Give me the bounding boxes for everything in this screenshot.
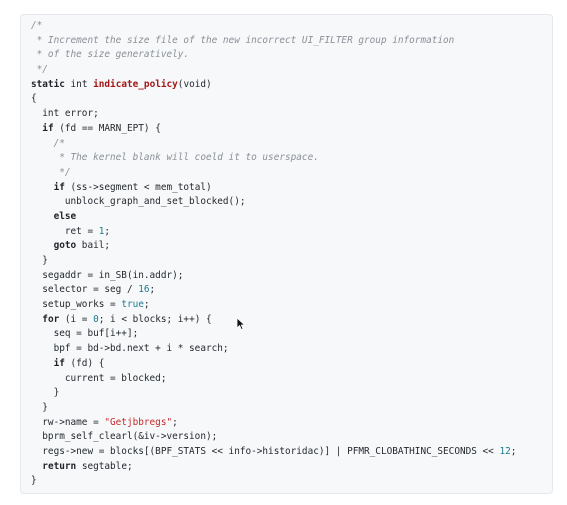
code-token-plain: ; [510, 445, 517, 457]
code-token-kw: if [42, 122, 54, 134]
code-token-plain: seq = buf[i++]; [31, 328, 139, 340]
code-token-plain: ; [143, 299, 150, 311]
code-block: /* * Increment the size file of the new … [20, 14, 553, 494]
code-line: segaddr = in_SB(in.addr); [31, 269, 516, 284]
code-token-kw: for [42, 313, 60, 325]
code-line: else [31, 210, 516, 225]
code-token-plain: (fd) { [64, 357, 105, 369]
code-token-plain: bprm_self_clearl(&iv->version); [31, 431, 218, 443]
code-token-plain: (fd == MARN_EPT) { [53, 122, 161, 134]
code-token-plain: } [31, 475, 37, 487]
code-token-num: 12 [499, 445, 511, 457]
code-line: static int indicate_policy(void) [31, 78, 516, 93]
code-token-plain: ; i < blocks; i++) { [98, 313, 212, 325]
code-token-plain: } [31, 401, 48, 413]
code-line: } [31, 386, 516, 401]
code-token-plain: (ss->segment < mem_total) [64, 181, 212, 193]
code-token-kw: else [53, 210, 77, 222]
code-line: * The kernel blank will coeld it to user… [31, 151, 516, 166]
code-token-plain: regs->new = blocks[(BPF_STATS << info->h… [31, 445, 500, 457]
code-token-plain: } [31, 255, 48, 266]
code-token-plain: setup_works = [31, 299, 122, 311]
code-token-plain: (i = [59, 313, 94, 325]
code-line: * Increment the size file of the new inc… [31, 34, 516, 49]
code-token-plain: ; [172, 416, 178, 428]
code-token-plain: ; [149, 284, 156, 296]
code-token-kw: if [53, 181, 65, 193]
code-token-plain: } [31, 387, 60, 399]
code-line: { [31, 92, 516, 107]
code-token-plain: rw->name = [31, 416, 105, 428]
code-token-comment: * Increment the size file of the new inc… [31, 34, 455, 46]
code-line: setup_works = true; [31, 298, 516, 313]
code-line: selector = seg / 16; [31, 283, 516, 298]
code-line: seq = buf[i++]; [31, 327, 516, 342]
code-token-plain: unblock_graph_and_set_blocked(); [31, 196, 246, 208]
code-token-fn: indicate_policy [93, 78, 178, 90]
code-token-plain: bail; [76, 240, 111, 252]
code-token-plain: { [31, 93, 37, 105]
code-token-num: 16 [138, 284, 150, 296]
code-token-kw: goto [53, 240, 77, 252]
code-line: current = blocked; [31, 372, 516, 387]
code-token-comment: */ [31, 64, 48, 76]
code-token-type: int [70, 78, 88, 90]
code-token-comment: /* [31, 20, 43, 31]
code-line: bpf = bd->bd.next + i * search; [31, 342, 516, 357]
code-line: /* [31, 137, 516, 152]
code-line: if (ss->segment < mem_total) [31, 181, 516, 196]
code-line: } [31, 474, 516, 489]
code-token-comment: */ [31, 166, 71, 178]
code-line: if (fd == MARN_EPT) { [31, 122, 516, 137]
code-line: int error; [31, 107, 516, 122]
code-line: goto bail; [31, 239, 516, 254]
code-token-comment: * of the size generatively. [31, 49, 190, 61]
code-token-kw: if [53, 357, 65, 369]
code-token-plain: current = blocked; [31, 372, 167, 384]
code-token-kw: return [42, 460, 77, 472]
code-line: return segtable; [31, 460, 516, 475]
code-line: * of the size generatively. [31, 48, 516, 63]
code-line: } [31, 254, 516, 269]
code-line: if (fd) { [31, 357, 516, 372]
code-listing: /* * Increment the size file of the new … [31, 19, 516, 489]
code-token-plain: selector = seg / [31, 284, 139, 296]
code-token-plain: (void) [177, 78, 212, 90]
code-token-num: true [121, 299, 144, 311]
code-token-plain: segtable; [76, 460, 133, 472]
code-line: */ [31, 63, 516, 78]
code-token-str: "Getjbbregs" [104, 416, 173, 428]
code-line: bprm_self_clearl(&iv->version); [31, 430, 516, 445]
code-line: ret = 1; [31, 225, 516, 240]
code-token-plain: bpf = bd->bd.next + i * search; [31, 343, 229, 355]
code-line: for (i = 0; i < blocks; i++) { [31, 313, 516, 328]
code-token-plain: ; [104, 225, 111, 237]
code-token-kw: static [31, 78, 65, 90]
code-token-plain: segaddr = in_SB(in.addr); [31, 269, 184, 281]
code-line: /* [31, 19, 516, 34]
code-token-comment: /* [31, 137, 65, 149]
code-line: */ [31, 166, 516, 181]
code-token-plain: ret = [31, 225, 99, 237]
code-line: regs->new = blocks[(BPF_STATS << info->h… [31, 445, 516, 460]
code-line: unblock_graph_and_set_blocked(); [31, 195, 516, 210]
code-line: } [31, 401, 516, 416]
code-token-comment: * The kernel blank will coeld it to user… [31, 152, 319, 164]
code-line: rw->name = "Getjbbregs"; [31, 416, 516, 431]
code-token-plain: int error; [31, 108, 99, 120]
mouse-pointer-icon [236, 317, 246, 331]
